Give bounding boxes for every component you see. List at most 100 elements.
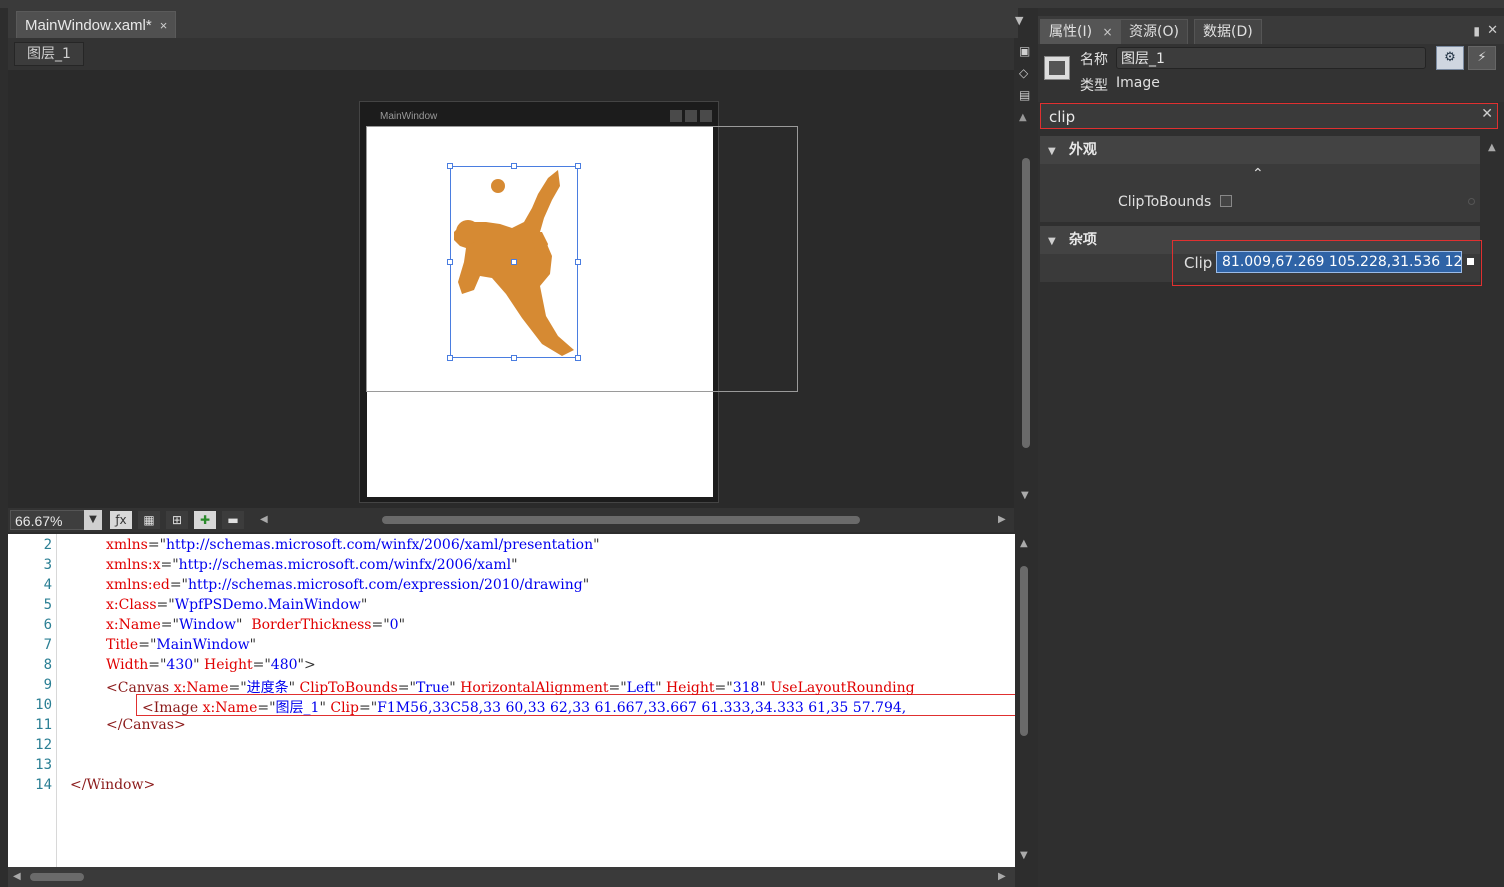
tab-dropdown-icon[interactable]: ▼ — [1015, 14, 1023, 27]
scroll-thumb[interactable] — [1020, 566, 1028, 736]
clear-search-icon[interactable]: ✕ — [1481, 106, 1493, 122]
tab-close-icon[interactable]: × — [1103, 25, 1113, 39]
grid-icon[interactable]: ▦ — [138, 511, 160, 529]
property-search[interactable]: ✕ — [1040, 103, 1498, 129]
code-token: =" — [148, 657, 167, 673]
xaml-view-icon[interactable]: ◇ — [1019, 66, 1028, 80]
xaml-editor[interactable]: 2 3 4 5 6 7 8 9 10 11 12 13 14 xmlns="http://schemas… — [8, 534, 1015, 867]
expand-advanced-icon[interactable]: ⌃ — [1252, 166, 1264, 182]
code-line[interactable]: Title="MainWindow" — [106, 637, 256, 653]
scroll-up-icon[interactable]: ▲ — [1020, 538, 1028, 549]
center-handle[interactable] — [511, 259, 517, 265]
scroll-down-icon[interactable]: ▼ — [1020, 850, 1028, 861]
code-vscroll[interactable]: ▲ ▼ — [1017, 534, 1033, 867]
code-token: xmlns:x — [106, 557, 161, 573]
artboard-vscroll[interactable]: ▼ — [1020, 110, 1030, 505]
line-number: 3 — [43, 557, 52, 573]
design-view-icon[interactable]: ▣ — [1019, 44, 1030, 58]
resize-handle[interactable] — [511, 355, 517, 361]
zoom-input[interactable]: 66.67% — [10, 510, 86, 530]
cliptobounds-checkbox[interactable] — [1220, 195, 1232, 207]
resize-handle[interactable] — [575, 163, 581, 169]
resize-handle[interactable] — [447, 163, 453, 169]
code-line[interactable]: x:Class="WpfPSDemo.MainWindow" — [106, 597, 367, 613]
scroll-thumb[interactable] — [382, 516, 860, 524]
resize-handle[interactable] — [447, 355, 453, 361]
zoom-dropdown-icon[interactable]: ▼ — [84, 510, 102, 530]
snap-lines-icon[interactable]: ✚ — [194, 511, 216, 529]
code-token: =" — [160, 557, 179, 573]
resize-handle[interactable] — [575, 259, 581, 265]
code-token: </Window> — [70, 777, 156, 793]
code-line[interactable]: </Canvas> — [106, 717, 186, 733]
tab-resources[interactable]: 资源(O) — [1120, 19, 1188, 45]
properties-panel: 属性(I) × 资源(O) 数据(D) ▮ ✕ 名称 图层_1 类型 Image… — [1038, 8, 1504, 887]
resize-handle[interactable] — [575, 355, 581, 361]
split-view-icon[interactable]: ▤ — [1019, 88, 1030, 102]
code-token: x:Name — [202, 700, 258, 716]
code-line[interactable]: xmlns:x="http://schemas.microsoft.com/wi… — [106, 557, 518, 573]
code-token: x:Name — [106, 617, 161, 633]
code-token: =" — [169, 577, 188, 593]
resize-handle[interactable] — [511, 163, 517, 169]
property-marker-icon[interactable] — [1467, 258, 1474, 265]
window-title: MainWindow — [380, 111, 438, 122]
close-icon[interactable]: ✕ — [1487, 23, 1498, 38]
property-marker-icon[interactable] — [1468, 198, 1475, 205]
tab-data[interactable]: 数据(D) — [1194, 19, 1262, 45]
scroll-left-icon[interactable]: ◀ — [13, 871, 21, 882]
events-view-button[interactable]: ⚡ — [1468, 46, 1496, 70]
code-token: Width — [106, 657, 149, 673]
tab-properties[interactable]: 属性(I) × — [1040, 19, 1122, 45]
annotation-icon[interactable]: ▬ — [222, 511, 244, 529]
fx-toggle-icon[interactable]: ƒx — [110, 511, 132, 529]
properties-view-button[interactable]: ⚙ — [1436, 46, 1464, 70]
code-token: " — [235, 617, 252, 633]
scroll-thumb[interactable] — [30, 873, 84, 881]
code-token: x:Name — [173, 680, 229, 696]
document-tabs: MainWindow.xaml* × — [8, 8, 1018, 39]
scroll-up-icon[interactable]: ▲ — [1488, 142, 1496, 153]
scroll-right-icon[interactable]: ▶ — [998, 871, 1006, 882]
scroll-left-icon[interactable]: ◀ — [260, 514, 268, 525]
clip-label: Clip — [1184, 254, 1213, 272]
name-field[interactable]: 图层_1 — [1116, 47, 1426, 69]
scroll-thumb[interactable] — [1022, 158, 1030, 448]
resize-handle[interactable] — [447, 259, 453, 265]
code-token: " — [193, 657, 205, 673]
code-line[interactable]: xmlns="http://schemas.microsoft.com/winf… — [106, 537, 600, 553]
tab-properties-label: 属性(I) — [1049, 24, 1093, 40]
code-line[interactable]: Width="430" Height="480"> — [106, 657, 316, 673]
collapse-triangle-icon: ▼ — [1048, 146, 1056, 157]
scroll-right-icon[interactable]: ▶ — [998, 514, 1006, 525]
code-token: Clip — [330, 700, 359, 716]
code-token: True — [415, 680, 450, 696]
code-token: =" — [252, 657, 271, 673]
window-max-icon — [685, 110, 697, 122]
selection-bounds[interactable] — [447, 163, 581, 361]
tab-mainwindow-xaml[interactable]: MainWindow.xaml* × — [16, 11, 177, 39]
category-appearance: ▼ 外观 ⌃ ClipToBounds — [1040, 136, 1480, 222]
code-line[interactable]: </Window> — [70, 777, 155, 793]
top-strip — [0, 0, 1504, 8]
code-hscroll[interactable]: ◀ ▶ — [8, 867, 1015, 887]
cliptobounds-label: ClipToBounds — [1118, 194, 1212, 210]
code-line[interactable]: <Image x:Name="图层_1" Clip="F1M56,33C58,3… — [142, 697, 906, 717]
scroll-down-icon[interactable]: ▼ — [1021, 490, 1029, 501]
pin-icon[interactable]: ▮ — [1473, 24, 1480, 38]
search-input[interactable] — [1043, 105, 1471, 129]
code-token: F1M56,33C58,33 60,33 62,33 61.667,33.667… — [377, 700, 907, 716]
properties-vscroll[interactable]: ▲ — [1486, 138, 1500, 878]
code-line[interactable]: <Canvas x:Name="进度条" ClipToBounds="True"… — [106, 677, 915, 697]
artboard-hscroll[interactable]: ◀ ▶ — [258, 512, 1008, 528]
tab-close-icon[interactable]: × — [160, 12, 168, 39]
code-line[interactable]: x:Name="Window" BorderThickness="0" — [106, 617, 405, 633]
breadcrumb-item[interactable]: 图层_1 — [14, 42, 84, 66]
clip-value-field[interactable]: 81.009,67.269 105.228,31.536 128,1z — [1216, 251, 1462, 273]
code-token: Height — [204, 657, 253, 673]
category-header[interactable]: ▼ 外观 — [1040, 136, 1480, 164]
line-gutter: 2 3 4 5 6 7 8 9 10 11 12 13 14 — [8, 534, 57, 867]
snap-grid-icon[interactable]: ⊞ — [166, 511, 188, 529]
code-token: =" — [359, 700, 378, 716]
code-line[interactable]: xmlns:ed="http://schemas.microsoft.com/e… — [106, 577, 589, 593]
